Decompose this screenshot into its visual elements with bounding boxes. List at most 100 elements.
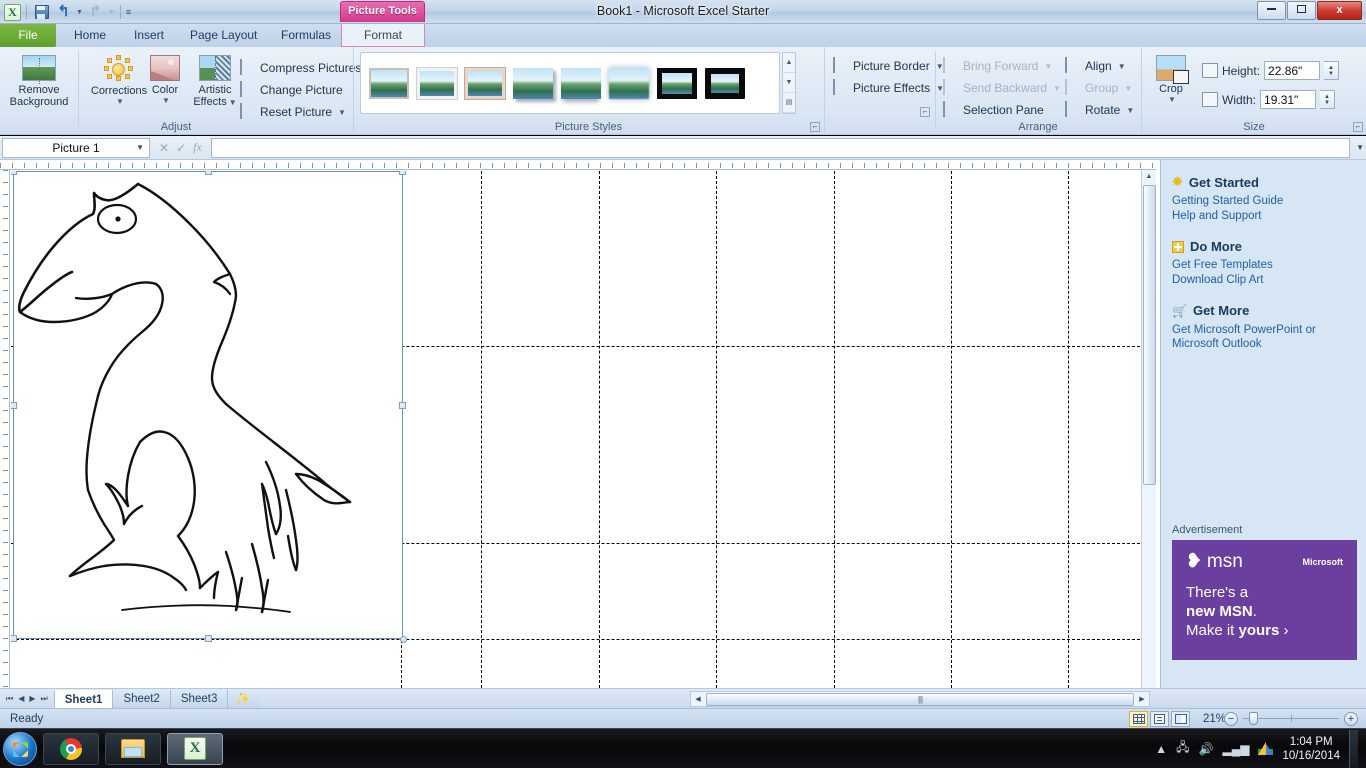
scroll-up-icon[interactable]: ▲ [1146,170,1153,185]
tab-home[interactable]: Home [62,24,118,47]
sheet-tab-sheet3[interactable]: Sheet3 [170,690,227,708]
width-input[interactable] [1260,90,1316,109]
picture-style-8[interactable] [704,62,746,104]
sheet-tab-sheet2[interactable]: Sheet2 [112,690,169,708]
picture-styles-gallery[interactable] [360,52,780,114]
height-spinner[interactable]: ▲▼ [1324,61,1339,80]
sidebar-link-get-free-templates[interactable]: Get Free Templates [1172,259,1356,271]
volume-icon[interactable]: 🔊 [1199,742,1214,756]
expand-formula-bar-icon[interactable]: ▼ [1356,143,1364,152]
align-button[interactable]: Align ▼ [1065,55,1126,77]
vertical-scroll-thumb[interactable] [1143,185,1156,485]
name-box-dropdown-icon[interactable]: ▼ [136,143,144,152]
group-button[interactable]: Group ▼ [1065,77,1132,99]
close-button[interactable]: x [1317,1,1362,20]
remove-background-button[interactable]: Remove Background [2,55,76,108]
name-box[interactable]: Picture 1 ▼ [2,138,150,158]
height-input[interactable] [1264,61,1320,80]
first-sheet-icon[interactable]: ⏮ [6,694,13,704]
resize-handle-s[interactable] [205,635,212,642]
picture-style-3[interactable] [464,62,506,104]
sidebar-link-help-and-support[interactable]: Help and Support [1172,210,1356,222]
msn-advertisement[interactable]: ❥ msn Microsoft There's a new MSN. Make … [1172,540,1357,660]
resize-handle-nw[interactable] [11,171,17,175]
tab-format[interactable]: Format [341,24,425,47]
show-hidden-icons-icon[interactable]: ▲ [1155,742,1167,756]
picture-styles-dialog-launcher[interactable]: ⌐ [810,122,820,132]
width-spinner[interactable]: ▲▼ [1320,90,1335,109]
formula-input[interactable] [211,138,1350,158]
artistic-effects-button[interactable]: Artistic Effects▼ [186,55,244,109]
taskbar-file-explorer[interactable] [105,733,161,765]
send-backward-dropdown-icon[interactable]: ▼ [1053,84,1061,93]
crop-dropdown-icon[interactable]: ▼ [1148,95,1196,104]
picture-style-5[interactable] [560,62,602,104]
horizontal-scroll-thumb[interactable]: |||| [706,693,1134,706]
page-break-preview-button[interactable] [1171,711,1190,727]
picture-style-2[interactable] [416,62,458,104]
artistic-effects-dropdown-icon[interactable]: ▼ [229,98,237,107]
arrange-dialog-launcher[interactable]: ⌐ [920,107,930,117]
reset-picture-button[interactable]: Reset Picture ▼ [240,101,346,123]
zoom-in-button[interactable]: + [1344,712,1358,726]
crop-button[interactable]: Crop ▼ [1146,55,1196,104]
sheet-tab-sheet1[interactable]: Sheet1 [54,690,113,708]
picture-style-7[interactable] [656,62,698,104]
zoom-slider-control[interactable]: − + [1224,712,1358,726]
vertical-scrollbar[interactable]: ▲ [1141,170,1156,688]
picture-object[interactable] [13,171,403,639]
insert-worksheet-button[interactable]: ✨ [227,690,258,708]
picture-style-4[interactable] [512,62,554,104]
resize-handle-e[interactable] [399,402,406,409]
rotate-dropdown-icon[interactable]: ▼ [1126,106,1134,115]
resize-handle-w[interactable] [11,402,17,409]
rotate-button[interactable]: Rotate ▼ [1065,99,1134,121]
network-plug-icon[interactable]: 🖧 [1176,738,1189,759]
enter-formula-icon[interactable]: ✓ [176,141,186,155]
scroll-right-icon[interactable]: ▶ [1135,695,1149,703]
align-dropdown-icon[interactable]: ▼ [1118,62,1126,71]
taskbar-chrome[interactable] [43,733,99,765]
tab-page-layout[interactable]: Page Layout [178,24,269,47]
tab-formulas[interactable]: Formulas [269,24,343,47]
insert-function-icon[interactable]: fx [193,140,202,155]
zoom-out-button[interactable]: − [1224,712,1238,726]
start-button[interactable] [3,732,37,766]
bring-forward-button[interactable]: Bring Forward ▼ [943,55,1052,77]
bring-forward-dropdown-icon[interactable]: ▼ [1044,62,1052,71]
cancel-formula-icon[interactable]: ✕ [159,141,169,155]
picture-style-1[interactable] [368,62,410,104]
gallery-scroll-up-icon[interactable]: ▲ [783,53,795,73]
picture-style-6[interactable] [608,62,650,104]
change-picture-button[interactable]: Change Picture [240,79,343,101]
signal-icon[interactable]: ▂▄▆ [1222,742,1249,756]
color-dropdown-icon[interactable]: ▼ [142,96,190,105]
last-sheet-icon[interactable]: ⏭ [41,694,48,704]
google-drive-icon[interactable] [1258,742,1273,755]
rotate-handle[interactable] [400,636,407,643]
send-backward-button[interactable]: Send Backward ▼ [943,77,1061,99]
clock[interactable]: 1:04 PM 10/16/2014 [1282,735,1340,763]
next-sheet-icon[interactable]: ▶ [29,694,35,704]
group-dropdown-icon[interactable]: ▼ [1124,84,1132,93]
sheet-canvas[interactable] [11,171,1145,688]
taskbar-excel[interactable]: X [167,733,223,765]
gallery-scroll-down-icon[interactable]: ▼ [783,73,795,93]
show-desktop-button[interactable] [1349,730,1358,768]
gallery-more-icon[interactable]: ▤ [783,93,795,113]
sidebar-link-get-office-apps[interactable]: Get Microsoft PowerPoint or Microsoft Ou… [1172,323,1356,351]
scroll-left-icon[interactable]: ◀ [691,695,705,703]
resize-handle-n[interactable] [205,171,212,175]
sidebar-link-download-clip-art[interactable]: Download Clip Art [1172,274,1356,286]
zoom-slider-track[interactable] [1243,718,1339,719]
reset-picture-dropdown-icon[interactable]: ▼ [338,108,346,117]
restore-button[interactable] [1287,1,1316,20]
resize-handle-sw[interactable] [11,635,17,642]
size-dialog-launcher[interactable]: ⌐ [1353,122,1363,132]
tab-insert[interactable]: Insert [122,24,176,47]
prev-sheet-icon[interactable]: ◀ [18,694,24,704]
sidebar-link-getting-started-guide[interactable]: Getting Started Guide [1172,195,1356,207]
page-layout-view-button[interactable] [1150,711,1169,727]
selection-pane-button[interactable]: Selection Pane [943,99,1044,121]
picture-effects-button[interactable]: Picture Effects ▼ [833,77,944,99]
